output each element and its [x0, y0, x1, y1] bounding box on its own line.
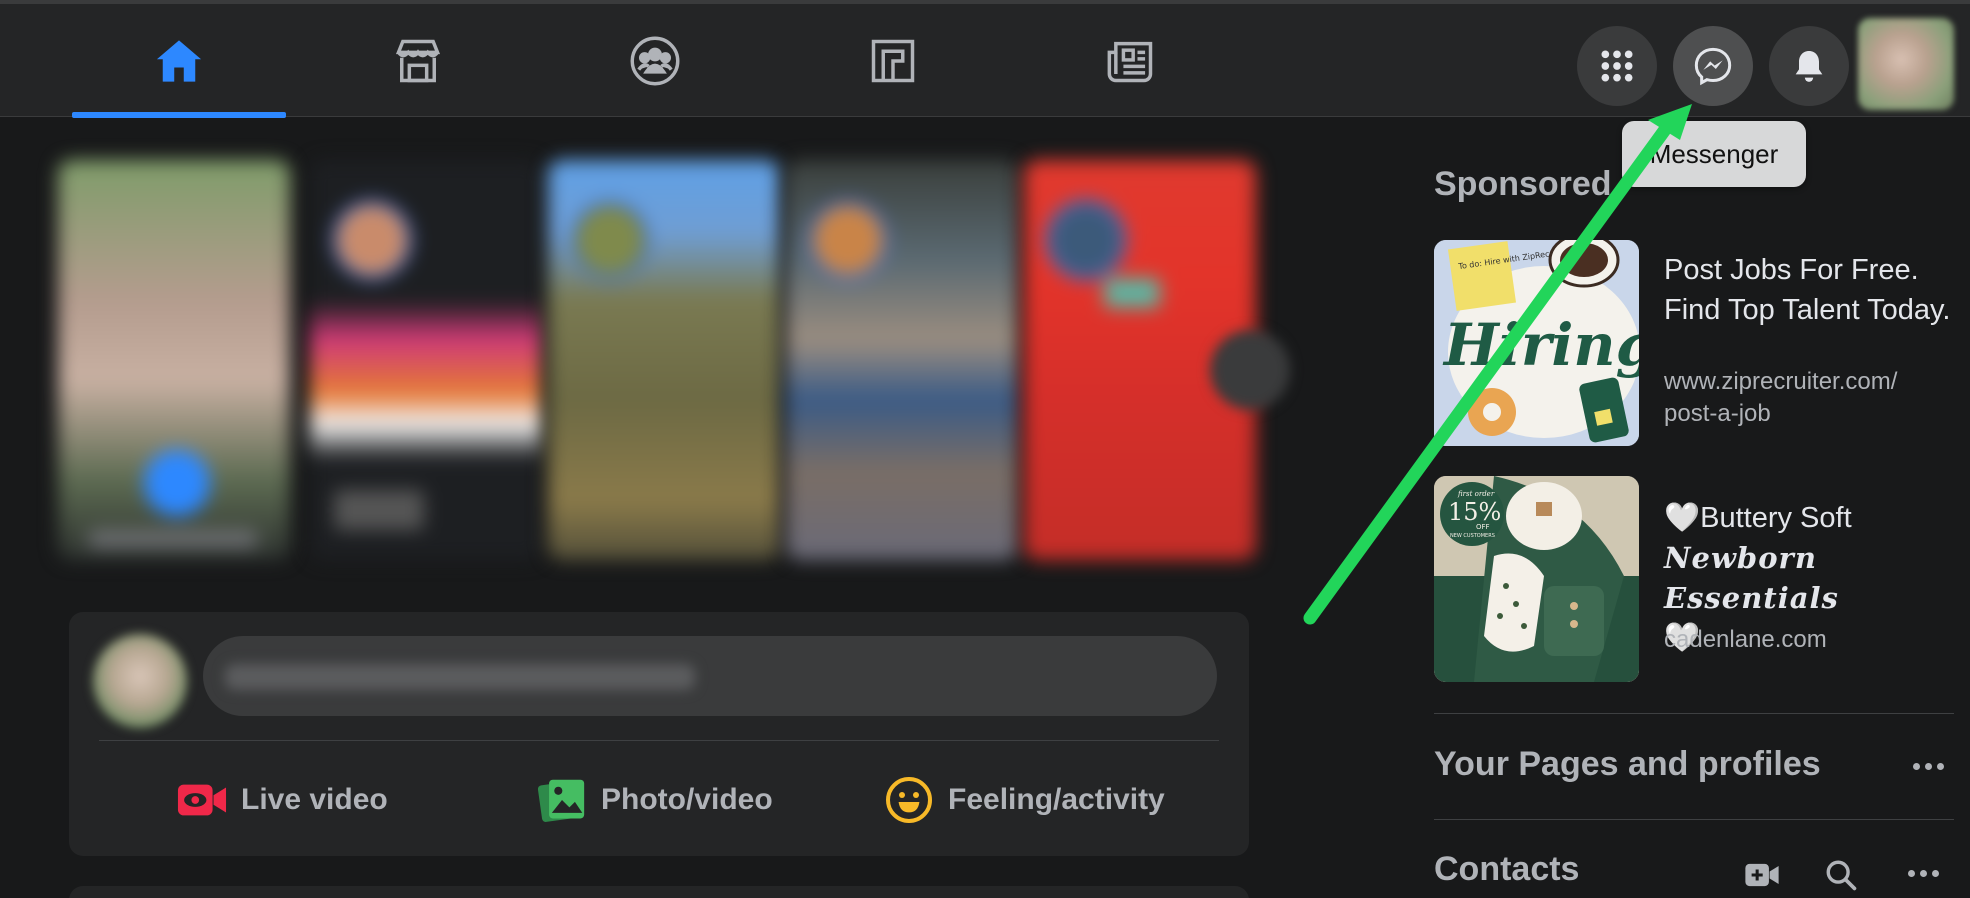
photo-video-button[interactable]: Photo/video — [537, 770, 773, 830]
tab-groups[interactable] — [548, 4, 762, 117]
story-card-create[interactable] — [58, 160, 290, 560]
ad-title[interactable]: Post Jobs For Free. Find Top Talent Toda… — [1664, 250, 1954, 330]
hiring-text: Hiring? — [1442, 311, 1639, 379]
ad-title-line2: Newborn Essentials — [1664, 541, 1839, 615]
ad-image-newborn[interactable]: first order 15% OFF NEW CUSTOMERS — [1434, 476, 1639, 682]
hiring-illustration: To do: Hire with ZipRecruiter Hiring? — [1434, 240, 1639, 446]
menu-grid-icon — [1601, 50, 1633, 82]
story-card[interactable] — [548, 160, 780, 560]
placeholder-blurred — [225, 664, 695, 690]
groups-icon — [630, 36, 680, 85]
messenger-icon — [1694, 47, 1732, 86]
more-dot-icon — [1932, 869, 1939, 877]
newborn-products-photo: first order 15% OFF NEW CUSTOMERS — [1434, 476, 1639, 682]
messenger-button[interactable] — [1673, 26, 1753, 106]
more-dot-icon — [1908, 869, 1915, 877]
more-dot-icon — [1937, 762, 1944, 770]
messenger-tooltip: Messenger — [1622, 121, 1806, 187]
feeling-icon — [886, 777, 932, 823]
badge-off: OFF — [1476, 523, 1490, 531]
ad-url[interactable]: cadenlane.com — [1664, 624, 1954, 656]
marketplace-icon — [395, 39, 441, 82]
account-avatar[interactable] — [1858, 18, 1954, 110]
tab-marketplace[interactable] — [311, 4, 525, 117]
pages-options-button[interactable] — [1913, 760, 1953, 772]
badge-new-customers: NEW CUSTOMERS — [1450, 533, 1495, 539]
badge-first-order: first order — [1457, 490, 1495, 498]
feed-post-card — [69, 886, 1249, 898]
tab-news[interactable] — [1024, 4, 1238, 117]
notifications-button[interactable] — [1769, 26, 1849, 106]
composer-avatar — [93, 634, 187, 728]
sidebar-divider — [1434, 713, 1954, 714]
sponsored-heading: Sponsored — [1434, 165, 1612, 203]
news-icon — [1107, 41, 1153, 82]
ad-title-line1: 🤍Buttery Soft — [1664, 502, 1852, 534]
photo-video-label: Photo/video — [601, 783, 773, 816]
composer-divider — [99, 740, 1219, 741]
contacts-heading: Contacts — [1434, 850, 1580, 888]
sidebar-divider — [1434, 819, 1954, 820]
more-dot-icon — [1925, 762, 1932, 770]
post-composer: Live video Photo/video Feeling/activity — [69, 612, 1249, 856]
search-contacts-icon[interactable] — [1824, 858, 1858, 892]
whats-on-your-mind-input[interactable] — [203, 636, 1217, 716]
your-pages-heading: Your Pages and profiles — [1434, 745, 1821, 783]
more-dot-icon — [1913, 762, 1920, 770]
sponsored-ad-ziprecruiter[interactable]: To do: Hire with ZipRecruiter Hiring? Po… — [1434, 240, 1954, 446]
stories-next-button[interactable] — [1210, 330, 1290, 410]
live-video-label: Live video — [241, 783, 388, 816]
ad-image-hiring[interactable]: To do: Hire with ZipRecruiter Hiring? — [1434, 240, 1639, 446]
ad-url[interactable]: www.ziprecruiter.com/ post-a-job — [1664, 366, 1954, 430]
feeling-activity-button[interactable]: Feeling/activity — [884, 770, 1165, 830]
more-dot-icon — [1920, 869, 1927, 877]
sponsored-ad-cadenlane[interactable]: first order 15% OFF NEW CUSTOMERS 🤍Butte… — [1434, 476, 1954, 682]
menu-button[interactable] — [1577, 26, 1657, 106]
top-navigation-bar — [0, 0, 1970, 118]
badge-percent: 15% — [1448, 498, 1501, 526]
live-video-icon — [177, 784, 227, 816]
home-icon — [156, 39, 202, 82]
photo-video-icon — [537, 779, 585, 822]
new-room-video-icon[interactable] — [1744, 860, 1780, 890]
tab-home[interactable] — [72, 4, 286, 118]
live-video-button[interactable]: Live video — [177, 770, 388, 830]
tab-gaming[interactable] — [786, 4, 1000, 117]
story-card[interactable] — [786, 160, 1018, 560]
feeling-activity-label: Feeling/activity — [948, 783, 1165, 816]
stories-tray — [58, 150, 1258, 570]
notifications-bell-icon — [1795, 51, 1823, 82]
contacts-options-button[interactable] — [1908, 867, 1948, 879]
gaming-icon — [871, 39, 915, 82]
story-card[interactable] — [310, 160, 542, 560]
